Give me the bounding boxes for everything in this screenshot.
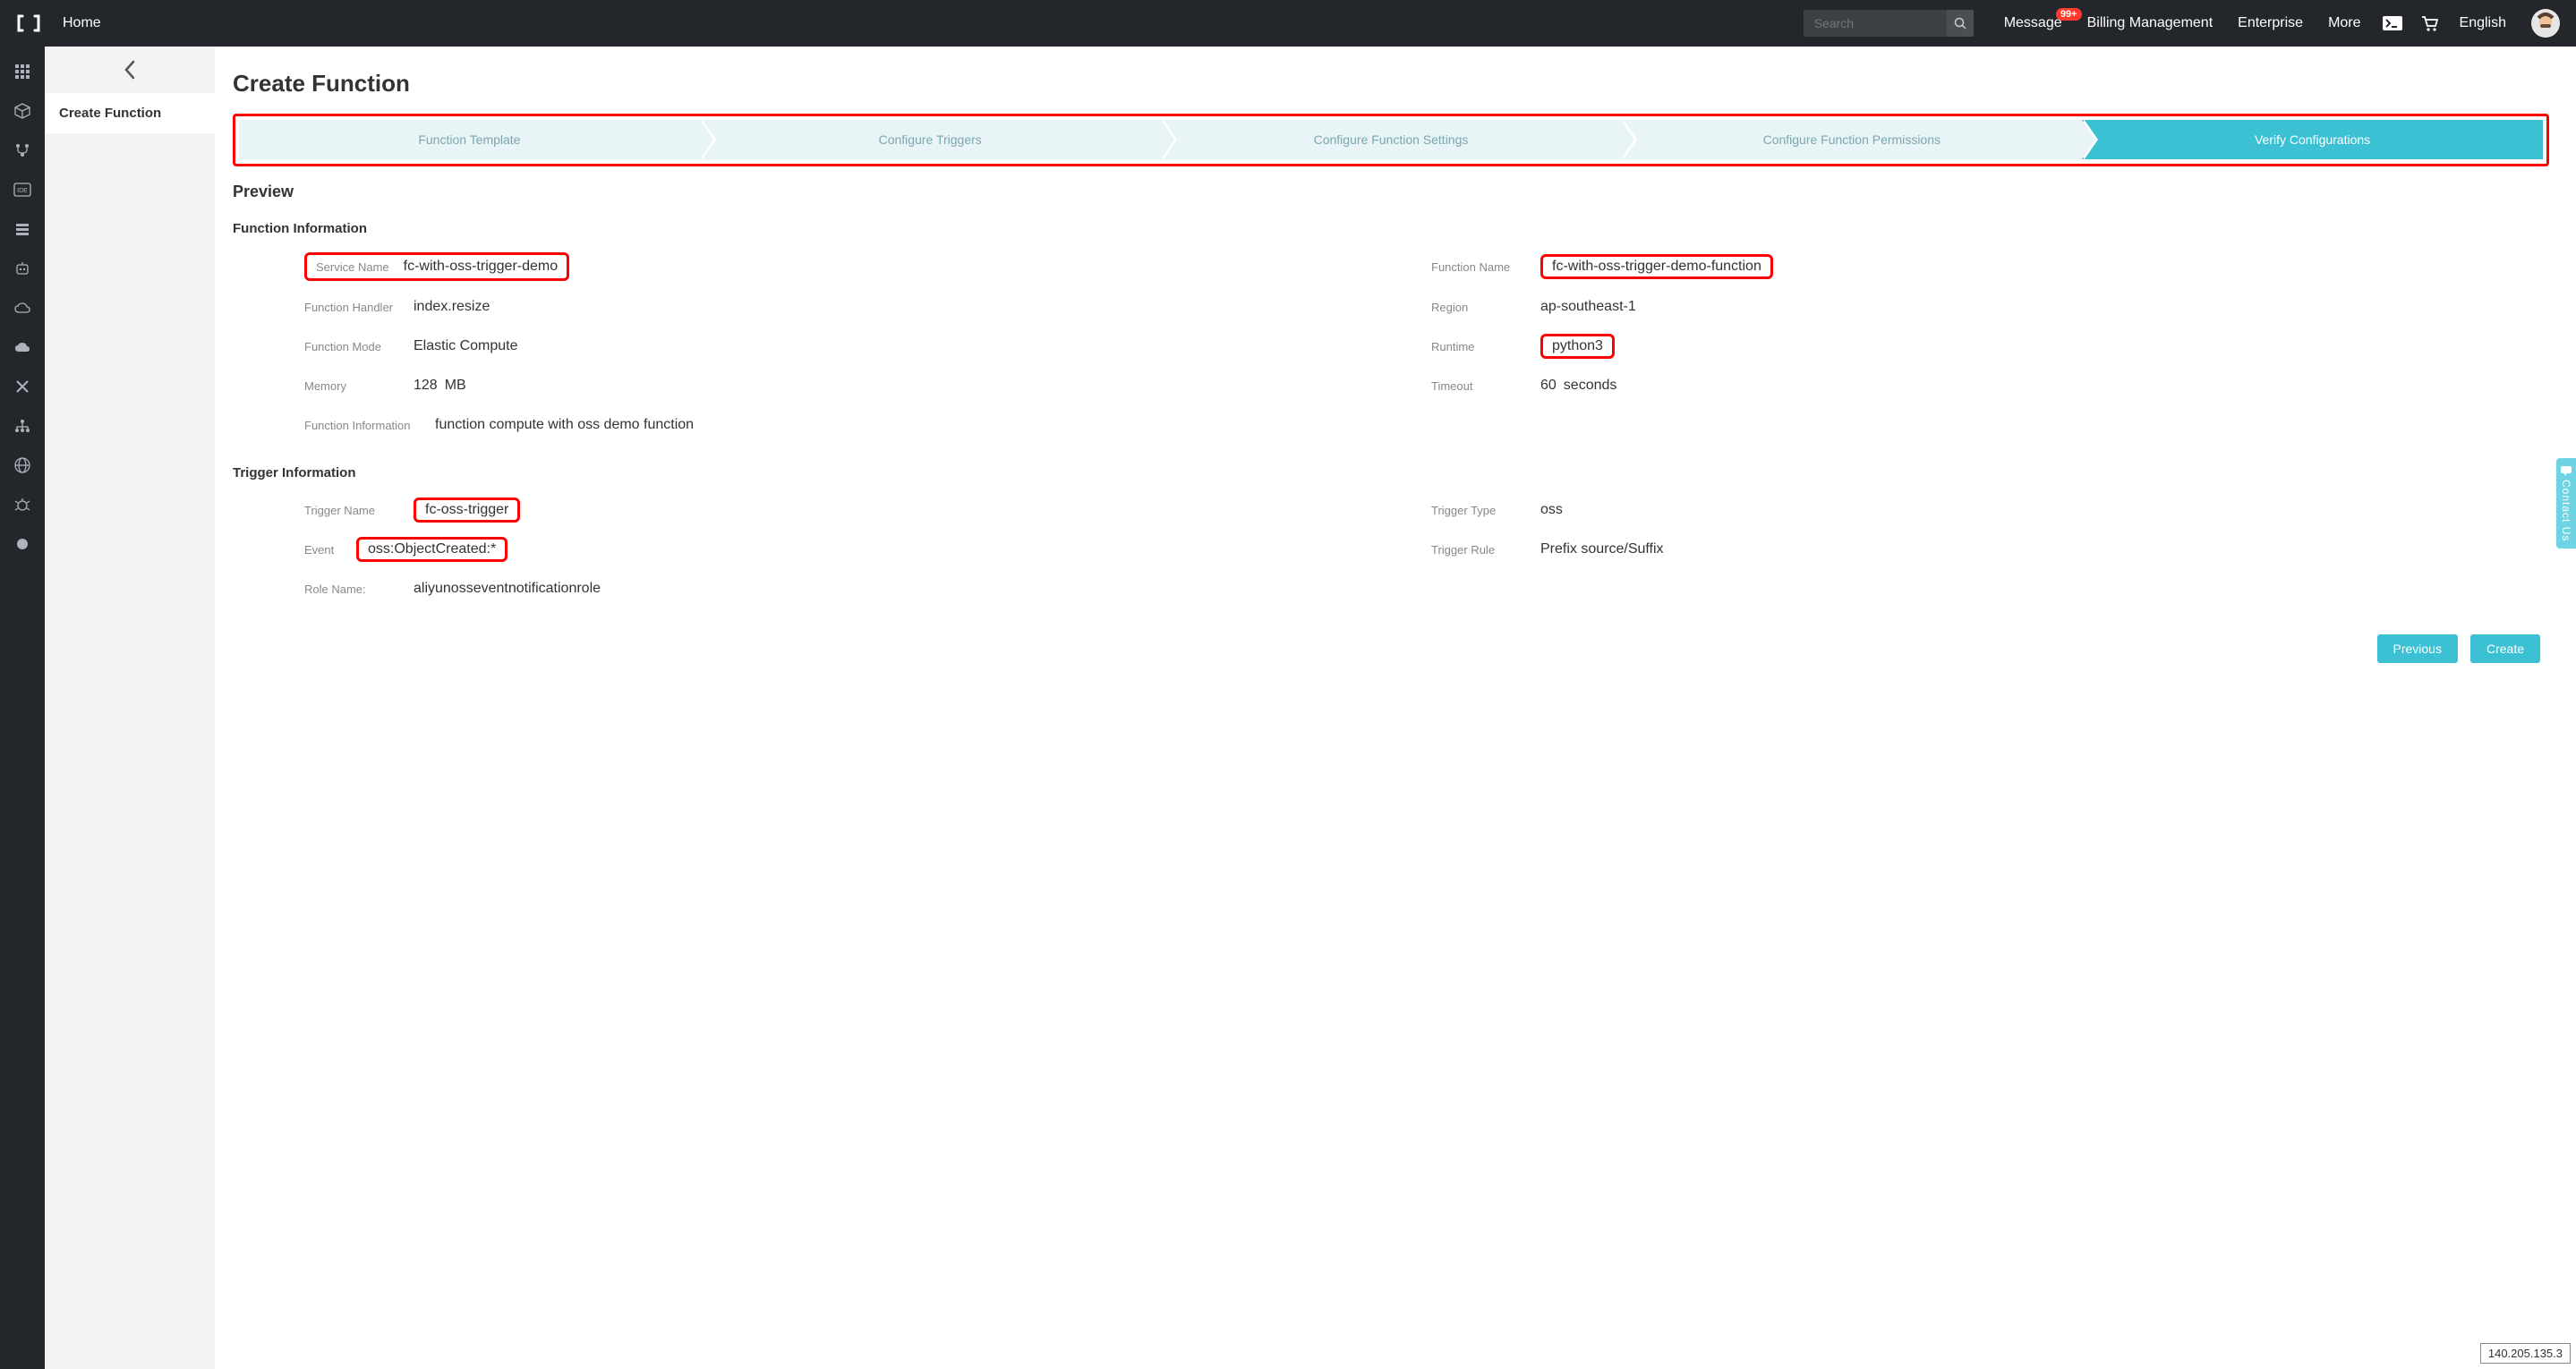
left-rail: IDE	[0, 47, 45, 1369]
main-content: Create Function Function Template Config…	[215, 47, 2576, 1369]
create-button[interactable]: Create	[2470, 634, 2540, 663]
contact-us-tab[interactable]: Contact Us	[2556, 458, 2576, 548]
event-label: Event	[304, 543, 340, 557]
brand-logo-icon[interactable]	[16, 11, 41, 36]
row-trigger-rule: Trigger Rule Prefix source/Suffix	[1431, 536, 2522, 563]
trigger-info-heading: Trigger Information	[233, 465, 2549, 480]
rail-globe-icon[interactable]	[13, 456, 31, 474]
row-role-name: Role Name: aliyunosseventnotificationrol…	[304, 575, 2522, 602]
mode-label: Function Mode	[304, 340, 397, 353]
rail-dot-icon[interactable]	[13, 535, 31, 553]
rail-stack-icon[interactable]	[13, 220, 31, 238]
row-handler: Function Handler index.resize	[304, 293, 1395, 320]
rail-cube-icon[interactable]	[13, 102, 31, 120]
timeout-label: Timeout	[1431, 379, 1524, 393]
nav-billing[interactable]: Billing Management	[2087, 15, 2213, 31]
svg-text:IDE: IDE	[17, 188, 28, 194]
row-trigger-name: Trigger Name fc-oss-trigger	[304, 497, 1395, 523]
preview-heading: Preview	[233, 183, 2549, 201]
cart-icon[interactable]	[2420, 15, 2438, 31]
ip-address: 140.205.135.3	[2480, 1343, 2571, 1364]
func-desc-label: Function Information	[304, 419, 419, 432]
nav-message[interactable]: Message 99+	[2004, 15, 2062, 31]
step-function-template[interactable]: Function Template	[239, 120, 700, 159]
search-box	[1804, 10, 1974, 37]
steps-highlight: Function Template Configure Triggers Con…	[233, 114, 2549, 166]
nav-enterprise[interactable]: Enterprise	[2238, 15, 2303, 31]
rail-robot-icon[interactable]	[13, 259, 31, 277]
region-value: ap-southeast-1	[1540, 299, 1636, 315]
cloud-shell-icon[interactable]	[2383, 16, 2402, 30]
function-info-grid: Service Name fc-with-oss-trigger-demo Fu…	[304, 252, 2522, 438]
event-value: oss:ObjectCreated:*	[356, 537, 508, 562]
row-timeout: Timeout 60 seconds	[1431, 372, 2522, 399]
handler-value: index.resize	[414, 299, 490, 315]
trigger-rule-value: Prefix source/Suffix	[1540, 541, 1664, 557]
rail-cloud-solid-icon[interactable]	[13, 338, 31, 356]
search-icon[interactable]	[1947, 10, 1974, 37]
search-input[interactable]	[1804, 10, 1947, 37]
rail-tree-icon[interactable]	[13, 417, 31, 435]
row-memory: Memory 128 MB	[304, 372, 1395, 399]
row-mode: Function Mode Elastic Compute	[304, 333, 1395, 360]
trigger-info-grid: Trigger Name fc-oss-trigger Trigger Type…	[304, 497, 2522, 602]
rail-bug-icon[interactable]	[13, 496, 31, 514]
nav-home[interactable]: Home	[63, 15, 101, 31]
row-region: Region ap-southeast-1	[1431, 293, 2522, 320]
rail-ide-icon[interactable]: IDE	[13, 181, 31, 199]
runtime-label: Runtime	[1431, 340, 1524, 353]
timeout-unit: seconds	[1564, 378, 1617, 394]
rail-branch-icon[interactable]	[13, 141, 31, 159]
memory-unit: MB	[445, 378, 466, 394]
row-trigger-type: Trigger Type oss	[1431, 497, 2522, 523]
row-function-desc: Function Information function compute wi…	[304, 412, 2522, 438]
wizard-steps: Function Template Configure Triggers Con…	[239, 120, 2543, 159]
trigger-rule-label: Trigger Rule	[1431, 543, 1524, 557]
service-name-value: fc-with-oss-trigger-demo	[404, 259, 558, 275]
step-configure-function-settings[interactable]: Configure Function Settings	[1161, 120, 1622, 159]
step-verify-configurations[interactable]: Verify Configurations	[2082, 120, 2543, 159]
trigger-name-label: Trigger Name	[304, 504, 397, 517]
contact-us-label: Contact Us	[2560, 480, 2572, 541]
user-avatar[interactable]	[2531, 9, 2560, 38]
memory-label: Memory	[304, 379, 397, 393]
service-name-highlight: Service Name fc-with-oss-trigger-demo	[304, 252, 569, 281]
sidebar-item-create-function[interactable]: Create Function	[45, 93, 215, 133]
func-desc-value: function compute with oss demo function	[435, 417, 694, 433]
nav-language[interactable]: English	[2460, 15, 2506, 31]
rail-apps-icon[interactable]	[13, 63, 31, 81]
role-name-label: Role Name:	[304, 582, 397, 596]
timeout-value: 60	[1540, 378, 1557, 394]
page-title: Create Function	[233, 70, 2549, 98]
step-configure-function-permissions[interactable]: Configure Function Permissions	[1621, 120, 2082, 159]
top-bar: Home Message 99+ Billing Management Ente…	[0, 0, 2576, 47]
memory-value: 128	[414, 378, 438, 394]
function-name-label: Function Name	[1431, 260, 1524, 274]
runtime-value: python3	[1540, 334, 1615, 359]
function-name-value: fc-with-oss-trigger-demo-function	[1540, 254, 1773, 279]
rail-cross-icon[interactable]	[13, 378, 31, 395]
row-runtime: Runtime python3	[1431, 333, 2522, 360]
role-name-value: aliyunosseventnotificationrole	[414, 581, 601, 597]
row-function-name: Function Name fc-with-oss-trigger-demo-f…	[1431, 252, 2522, 281]
function-info-heading: Function Information	[233, 221, 2549, 236]
mode-value: Elastic Compute	[414, 338, 518, 354]
trigger-name-value: fc-oss-trigger	[414, 497, 520, 523]
region-label: Region	[1431, 301, 1524, 314]
nav-more[interactable]: More	[2328, 15, 2360, 31]
handler-label: Function Handler	[304, 301, 397, 314]
sidebar: Create Function	[45, 47, 215, 1369]
previous-button[interactable]: Previous	[2377, 634, 2458, 663]
back-button[interactable]	[45, 47, 215, 93]
message-badge: 99+	[2056, 8, 2082, 21]
step-configure-triggers[interactable]: Configure Triggers	[700, 120, 1161, 159]
rail-cloud-icon[interactable]	[13, 299, 31, 317]
trigger-type-value: oss	[1540, 502, 1563, 518]
row-service-name: Service Name fc-with-oss-trigger-demo	[304, 252, 1395, 281]
service-name-label: Service Name	[316, 260, 389, 274]
trigger-type-label: Trigger Type	[1431, 504, 1524, 517]
chat-icon	[2560, 465, 2572, 476]
row-event: Event oss:ObjectCreated:*	[304, 536, 1395, 563]
